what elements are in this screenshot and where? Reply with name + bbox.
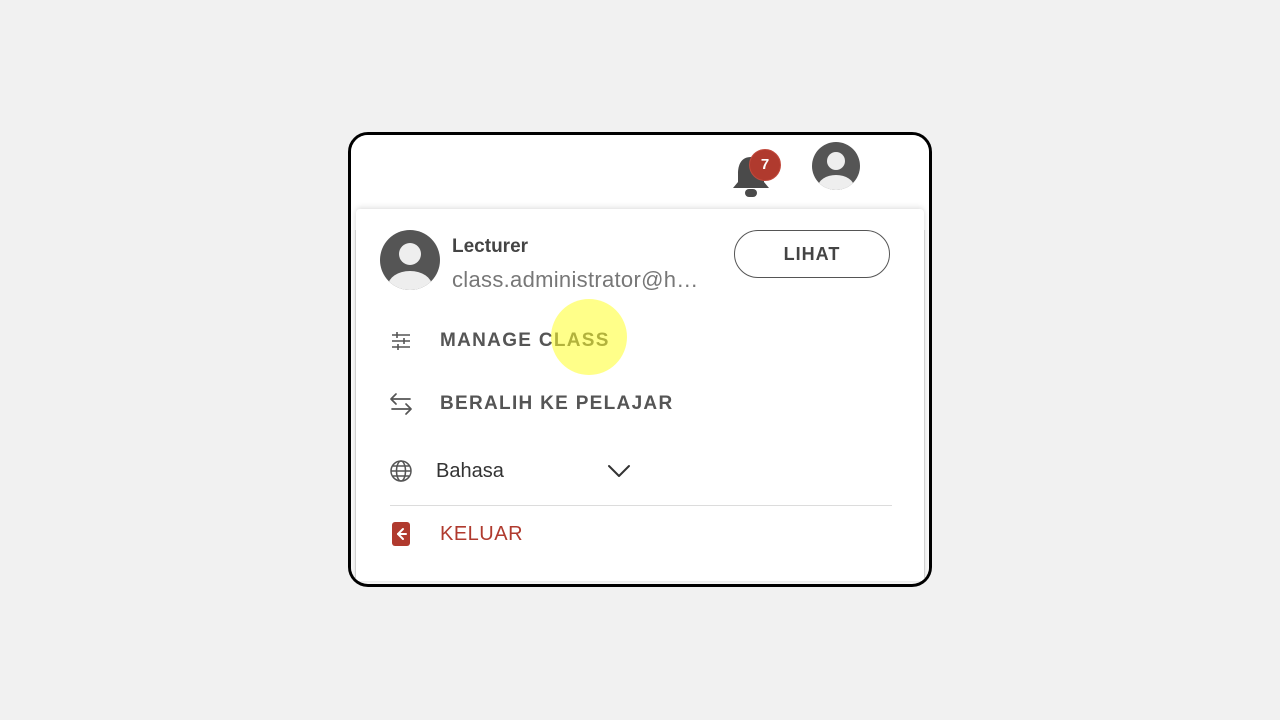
profile-dropdown-menu: Lecturer class.administrator@h… LIHAT MA… xyxy=(356,209,924,581)
globe-icon xyxy=(386,456,416,486)
menu-item-manage-class[interactable]: MANAGE CLASS xyxy=(386,321,610,361)
user-avatar-icon xyxy=(812,142,860,190)
notification-badge: 7 xyxy=(749,149,781,181)
view-profile-button[interactable]: LIHAT xyxy=(734,230,890,278)
language-label: Bahasa xyxy=(436,459,504,482)
user-role: Lecturer xyxy=(452,236,529,257)
language-selector[interactable]: Bahasa xyxy=(386,451,636,491)
user-avatar-button[interactable] xyxy=(811,141,861,191)
chevron-down-icon xyxy=(606,459,632,488)
logout-icon xyxy=(386,519,416,549)
menu-item-switch-to-student[interactable]: BERALIH KE PELAJAR xyxy=(386,384,673,424)
menu-item-label: KELUAR xyxy=(440,522,524,545)
background-page-edge-right xyxy=(924,230,929,580)
menu-item-label: BERALIH KE PELAJAR xyxy=(440,393,674,414)
user-email: class.administrator@h… xyxy=(452,267,699,292)
notification-button[interactable]: 7 xyxy=(729,149,781,199)
user-avatar-icon xyxy=(380,230,440,290)
profile-avatar xyxy=(380,230,440,290)
menu-item-logout[interactable]: KELUAR xyxy=(386,514,523,554)
menu-divider xyxy=(390,505,892,506)
menu-item-label: MANAGE CLASS xyxy=(440,330,610,351)
top-bar: 7 xyxy=(351,135,929,207)
swap-arrows-icon xyxy=(386,389,416,419)
sliders-icon xyxy=(386,326,416,356)
screen-frame: 7 Lecturer class.administrator@h… LIHAT … xyxy=(348,132,932,587)
